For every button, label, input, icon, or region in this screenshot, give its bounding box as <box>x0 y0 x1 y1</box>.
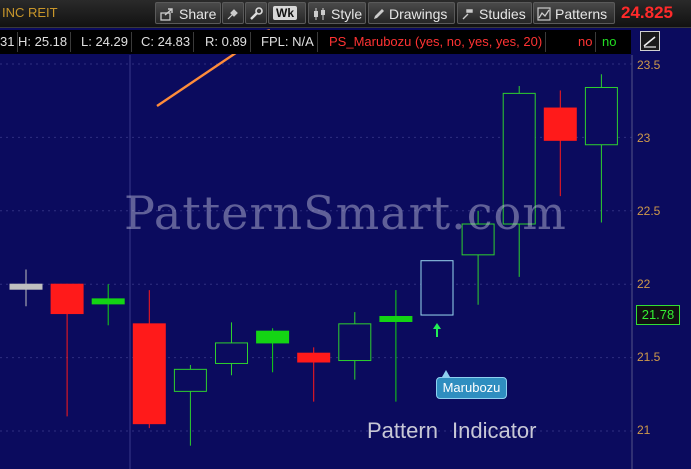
candle[interactable] <box>91 284 125 326</box>
share-button[interactable]: Share <box>155 2 221 24</box>
price-tick: 21 <box>637 423 651 437</box>
candle[interactable] <box>215 322 248 376</box>
patterns-icon <box>537 7 551 21</box>
wrench-icon <box>250 7 263 20</box>
flask-icon <box>462 9 473 20</box>
price-tick: 23.5 <box>637 58 661 72</box>
candle-body <box>215 342 248 364</box>
candle[interactable] <box>543 90 577 197</box>
close-value: C: 24.83 <box>141 32 195 52</box>
candle[interactable] <box>502 86 536 277</box>
high-value: H: 25.18 <box>18 32 72 52</box>
range-value: R: 0.89 <box>205 32 251 52</box>
candle-body <box>543 107 577 141</box>
candle-body <box>338 323 372 362</box>
candle-body <box>50 283 84 315</box>
candle[interactable] <box>256 328 290 373</box>
style-button[interactable]: Style <box>308 2 366 24</box>
settings-button[interactable] <box>245 2 267 24</box>
candle-body <box>132 323 166 425</box>
candles <box>9 74 618 446</box>
candle-body <box>173 368 207 392</box>
marubozu-tag-pointer <box>442 370 450 377</box>
chart-grid <box>0 63 632 432</box>
price-tick: 23 <box>637 131 651 145</box>
grid-tools-icon <box>227 9 238 20</box>
candle-body <box>91 298 125 305</box>
candles-icon <box>314 8 325 20</box>
candle-body <box>9 283 43 290</box>
quote-info-bar: 31 H: 25.18 L: 24.29 C: 24.83 R: 0.89 FP… <box>0 30 631 54</box>
price-tick: 22.5 <box>637 204 661 218</box>
drawing-tool-button[interactable] <box>640 31 660 51</box>
patterns-label: Patterns <box>555 6 608 22</box>
symbol-title: INC REIT <box>2 5 58 20</box>
studies-button[interactable]: Studies <box>457 2 532 24</box>
low-value: L: 24.29 <box>81 32 132 52</box>
candle[interactable] <box>173 364 207 446</box>
patterns-button[interactable]: Patterns <box>533 2 615 24</box>
candle-body <box>584 86 618 146</box>
candle[interactable] <box>297 347 331 402</box>
open-value: 31 <box>0 32 19 52</box>
fpl-value: FPL: N/A <box>261 32 318 52</box>
studies-label: Studies <box>479 6 526 22</box>
signal-markers <box>433 323 441 338</box>
pencil-icon <box>374 9 384 19</box>
pattern-indicator-label: Pattern Indicator <box>367 418 537 443</box>
candle[interactable] <box>584 74 618 223</box>
trendline-icon <box>643 36 656 48</box>
study-flag-1: no <box>578 32 597 52</box>
candle[interactable] <box>420 260 454 316</box>
candle[interactable] <box>379 290 413 402</box>
flexible-grid-button[interactable] <box>222 2 244 24</box>
candle[interactable] <box>338 312 372 380</box>
marubozu-tag[interactable]: Marubozu <box>436 377 507 399</box>
aggregation-label: Wk <box>273 6 297 20</box>
candle-body <box>256 330 290 344</box>
study-label[interactable]: PS_Marubozu (yes, no, yes, yes, 20) <box>329 32 547 52</box>
last-price-marker: 21.78 <box>636 305 680 325</box>
style-label: Style <box>331 6 363 22</box>
watermark: PatternSmart.com <box>124 186 567 240</box>
price-tick: 22 <box>637 277 651 291</box>
drawings-label: Drawings <box>389 6 448 22</box>
candle-body <box>379 315 413 322</box>
share-label: Share <box>179 6 217 22</box>
study-flag-2: no <box>602 34 617 49</box>
chart-toolbar: INC REIT Share Wk Style Drawings Studies… <box>0 0 691 28</box>
candle[interactable] <box>132 290 166 429</box>
aggregation-button[interactable]: Wk <box>268 2 306 24</box>
last-price: 24.825 <box>621 3 673 22</box>
price-tick: 21.5 <box>637 350 661 364</box>
candle-body <box>297 352 331 363</box>
candle[interactable] <box>50 283 84 417</box>
candle[interactable] <box>9 269 43 307</box>
buy-signal-arrow <box>433 323 441 338</box>
share-icon <box>160 8 173 21</box>
drawings-button[interactable]: Drawings <box>368 2 455 24</box>
candle-body <box>420 260 454 316</box>
